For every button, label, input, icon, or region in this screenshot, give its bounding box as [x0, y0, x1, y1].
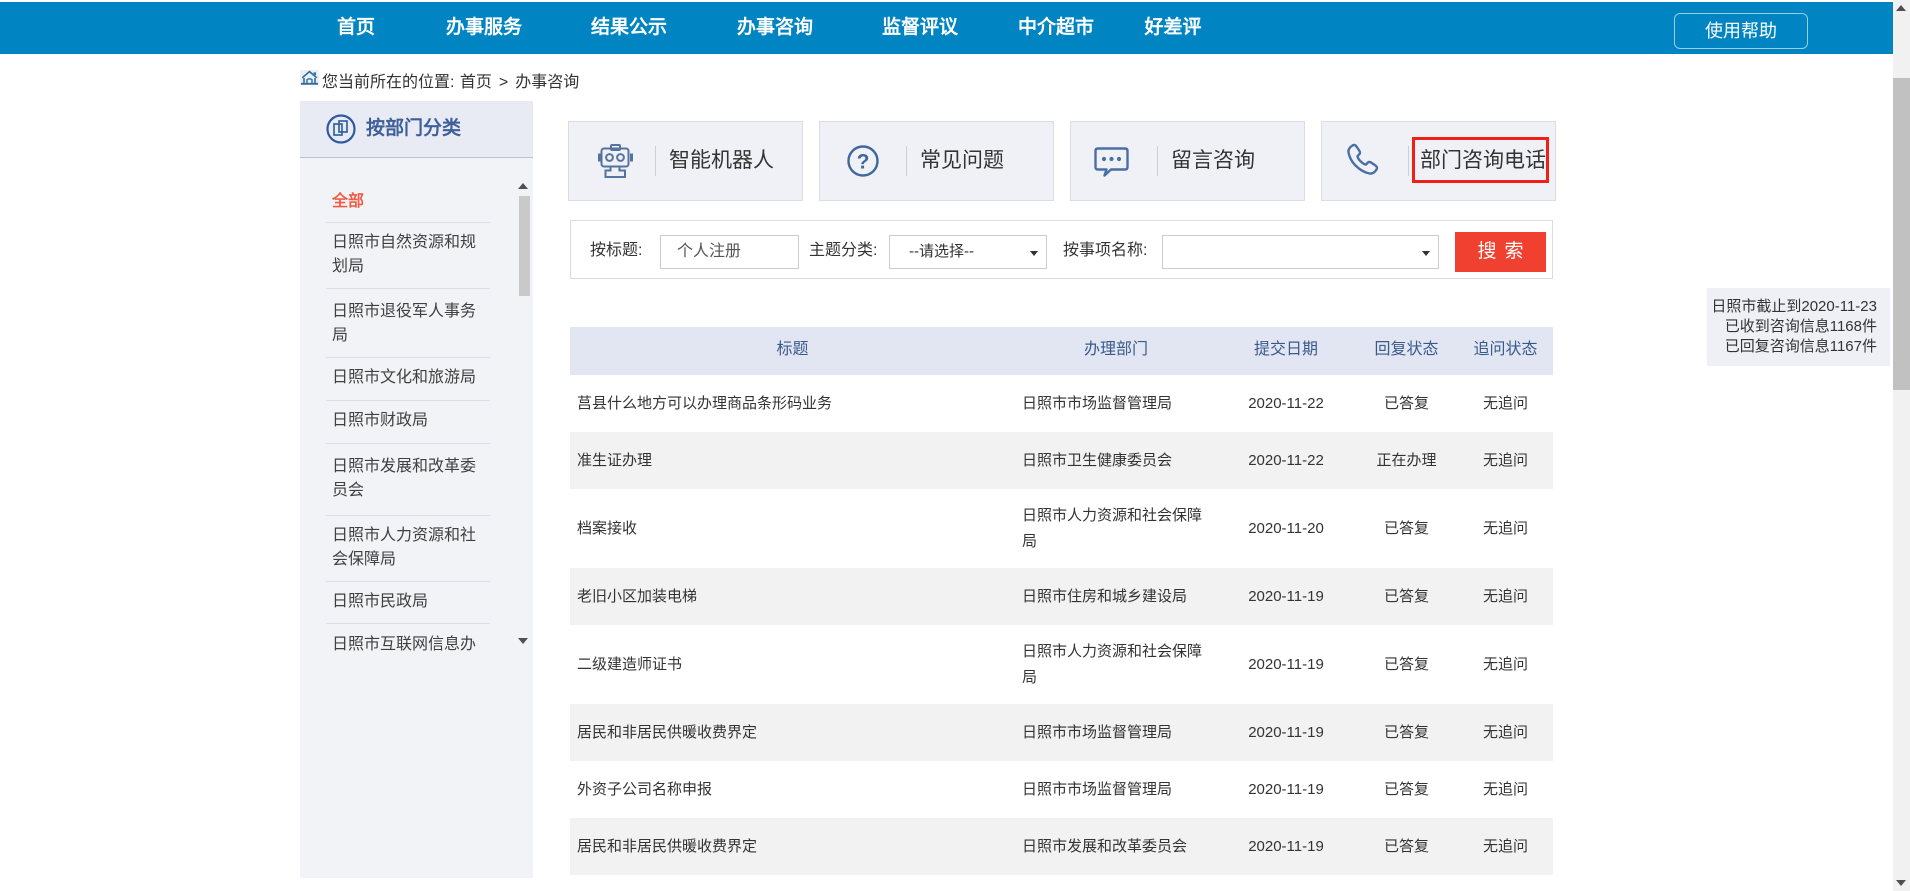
svg-text:?: ? [857, 151, 870, 174]
